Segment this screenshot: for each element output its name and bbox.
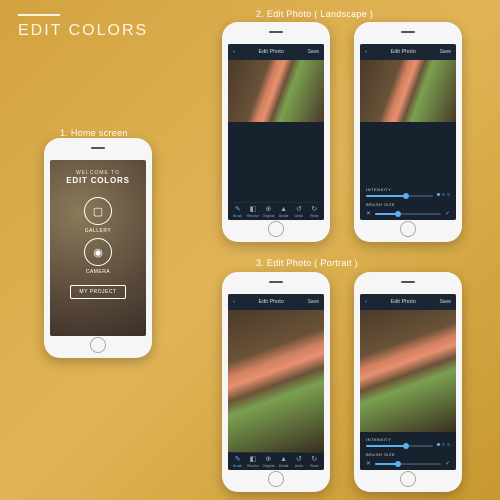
cancel-icon[interactable]: ✕ <box>366 210 371 217</box>
camera-icon: ◉ <box>93 246 103 259</box>
app-title: EDIT COLORS <box>66 176 129 185</box>
tool-recolor[interactable]: ◧Recolor <box>246 456 260 468</box>
camera-label: CAMERA <box>86 269 110 275</box>
screen-title: Edit Photo <box>390 49 415 55</box>
back-icon[interactable]: ‹ <box>365 49 367 55</box>
redo-icon: ↻ <box>311 456 317 463</box>
back-icon[interactable]: ‹ <box>365 299 367 305</box>
brush-icon: ✎ <box>235 456 241 463</box>
save-button[interactable]: Save <box>308 49 319 55</box>
tool-redo[interactable]: ↻Redo <box>307 206 321 218</box>
screen-title: Edit Photo <box>258 299 283 305</box>
toolbar: ✎Brush◧Recolor⊕Original▲Divide↺Undo↻Redo <box>228 452 324 470</box>
screen-title: Edit Photo <box>390 299 415 305</box>
brush-icon: ✎ <box>235 206 241 213</box>
undo-icon: ↺ <box>296 456 302 463</box>
divide-icon: ▲ <box>280 206 287 213</box>
tool-undo[interactable]: ↺Undo <box>292 456 306 468</box>
caption-portrait: 3. Edit Photo ( Portrait ) <box>256 258 358 268</box>
recolor-icon: ◧ <box>250 206 257 213</box>
back-icon[interactable]: ‹ <box>233 299 235 305</box>
photo-canvas[interactable] <box>360 310 456 432</box>
gallery-icon: ▢ <box>93 205 103 218</box>
welcome-text: WELCOME TO <box>76 170 120 176</box>
gallery-button[interactable]: ▢ <box>84 197 112 225</box>
confirm-icon[interactable]: ✓ <box>445 210 450 217</box>
redo-icon: ↻ <box>311 206 317 213</box>
page-title: EDIT COLORS <box>18 14 148 40</box>
brush-label: BRUSH SIZE <box>366 202 450 207</box>
brush-slider[interactable] <box>375 463 441 465</box>
cancel-icon[interactable]: ✕ <box>366 460 371 467</box>
my-project-button[interactable]: MY PROJECT <box>70 285 125 299</box>
phone-landscape-b: ‹ Edit Photo Save INTENSITY BRUSH SIZE ✕… <box>354 22 462 242</box>
back-icon[interactable]: ‹ <box>233 49 235 55</box>
photo-canvas[interactable] <box>228 60 324 122</box>
tool-brush[interactable]: ✎Brush <box>231 456 245 468</box>
toolbar: ✎Brush◧Recolor⊕Original▲Divide↺Undo↻Redo <box>228 202 324 220</box>
save-button[interactable]: Save <box>440 49 451 55</box>
gallery-label: GALLERY <box>85 228 111 234</box>
photo-canvas[interactable] <box>360 60 456 122</box>
tool-recolor[interactable]: ◧Recolor <box>246 206 260 218</box>
phone-home: WELCOME TO EDIT COLORS ▢ GALLERY ◉ CAMER… <box>44 138 152 358</box>
caption-landscape: 2. Edit Photo ( Landscape ) <box>256 9 373 19</box>
recolor-icon: ◧ <box>250 456 257 463</box>
tool-divide[interactable]: ▲Divide <box>277 456 291 468</box>
phone-landscape-a: ‹ Edit Photo Save ✎Brush◧Recolor⊕Origina… <box>222 22 330 242</box>
confirm-icon[interactable]: ✓ <box>445 460 450 467</box>
undo-icon: ↺ <box>296 206 302 213</box>
tool-undo[interactable]: ↺Undo <box>292 206 306 218</box>
tool-original[interactable]: ⊕Original <box>261 206 275 218</box>
tool-redo[interactable]: ↻Redo <box>307 456 321 468</box>
phone-portrait-a: ‹ Edit Photo Save ✎Brush◧Recolor⊕Origina… <box>222 272 330 492</box>
original-icon: ⊕ <box>265 206 271 213</box>
intensity-label: INTENSITY <box>366 187 450 192</box>
tool-original[interactable]: ⊕Original <box>261 456 275 468</box>
topbar: ‹ Edit Photo Save <box>228 44 324 60</box>
intensity-slider[interactable] <box>366 445 433 447</box>
tool-brush[interactable]: ✎Brush <box>231 206 245 218</box>
caption-home: 1. Home screen <box>60 128 128 138</box>
camera-button[interactable]: ◉ <box>84 238 112 266</box>
divide-icon: ▲ <box>280 456 287 463</box>
original-icon: ⊕ <box>265 456 271 463</box>
intensity-label: INTENSITY <box>366 437 450 442</box>
brush-label: BRUSH SIZE <box>366 452 450 457</box>
screen-title: Edit Photo <box>258 49 283 55</box>
save-button[interactable]: Save <box>440 299 451 305</box>
tool-divide[interactable]: ▲Divide <box>277 206 291 218</box>
brush-slider[interactable] <box>375 213 441 215</box>
phone-portrait-b: ‹ Edit Photo Save INTENSITY BRUSH SIZE ✕… <box>354 272 462 492</box>
save-button[interactable]: Save <box>308 299 319 305</box>
photo-canvas[interactable] <box>228 310 324 452</box>
intensity-slider[interactable] <box>366 195 433 197</box>
